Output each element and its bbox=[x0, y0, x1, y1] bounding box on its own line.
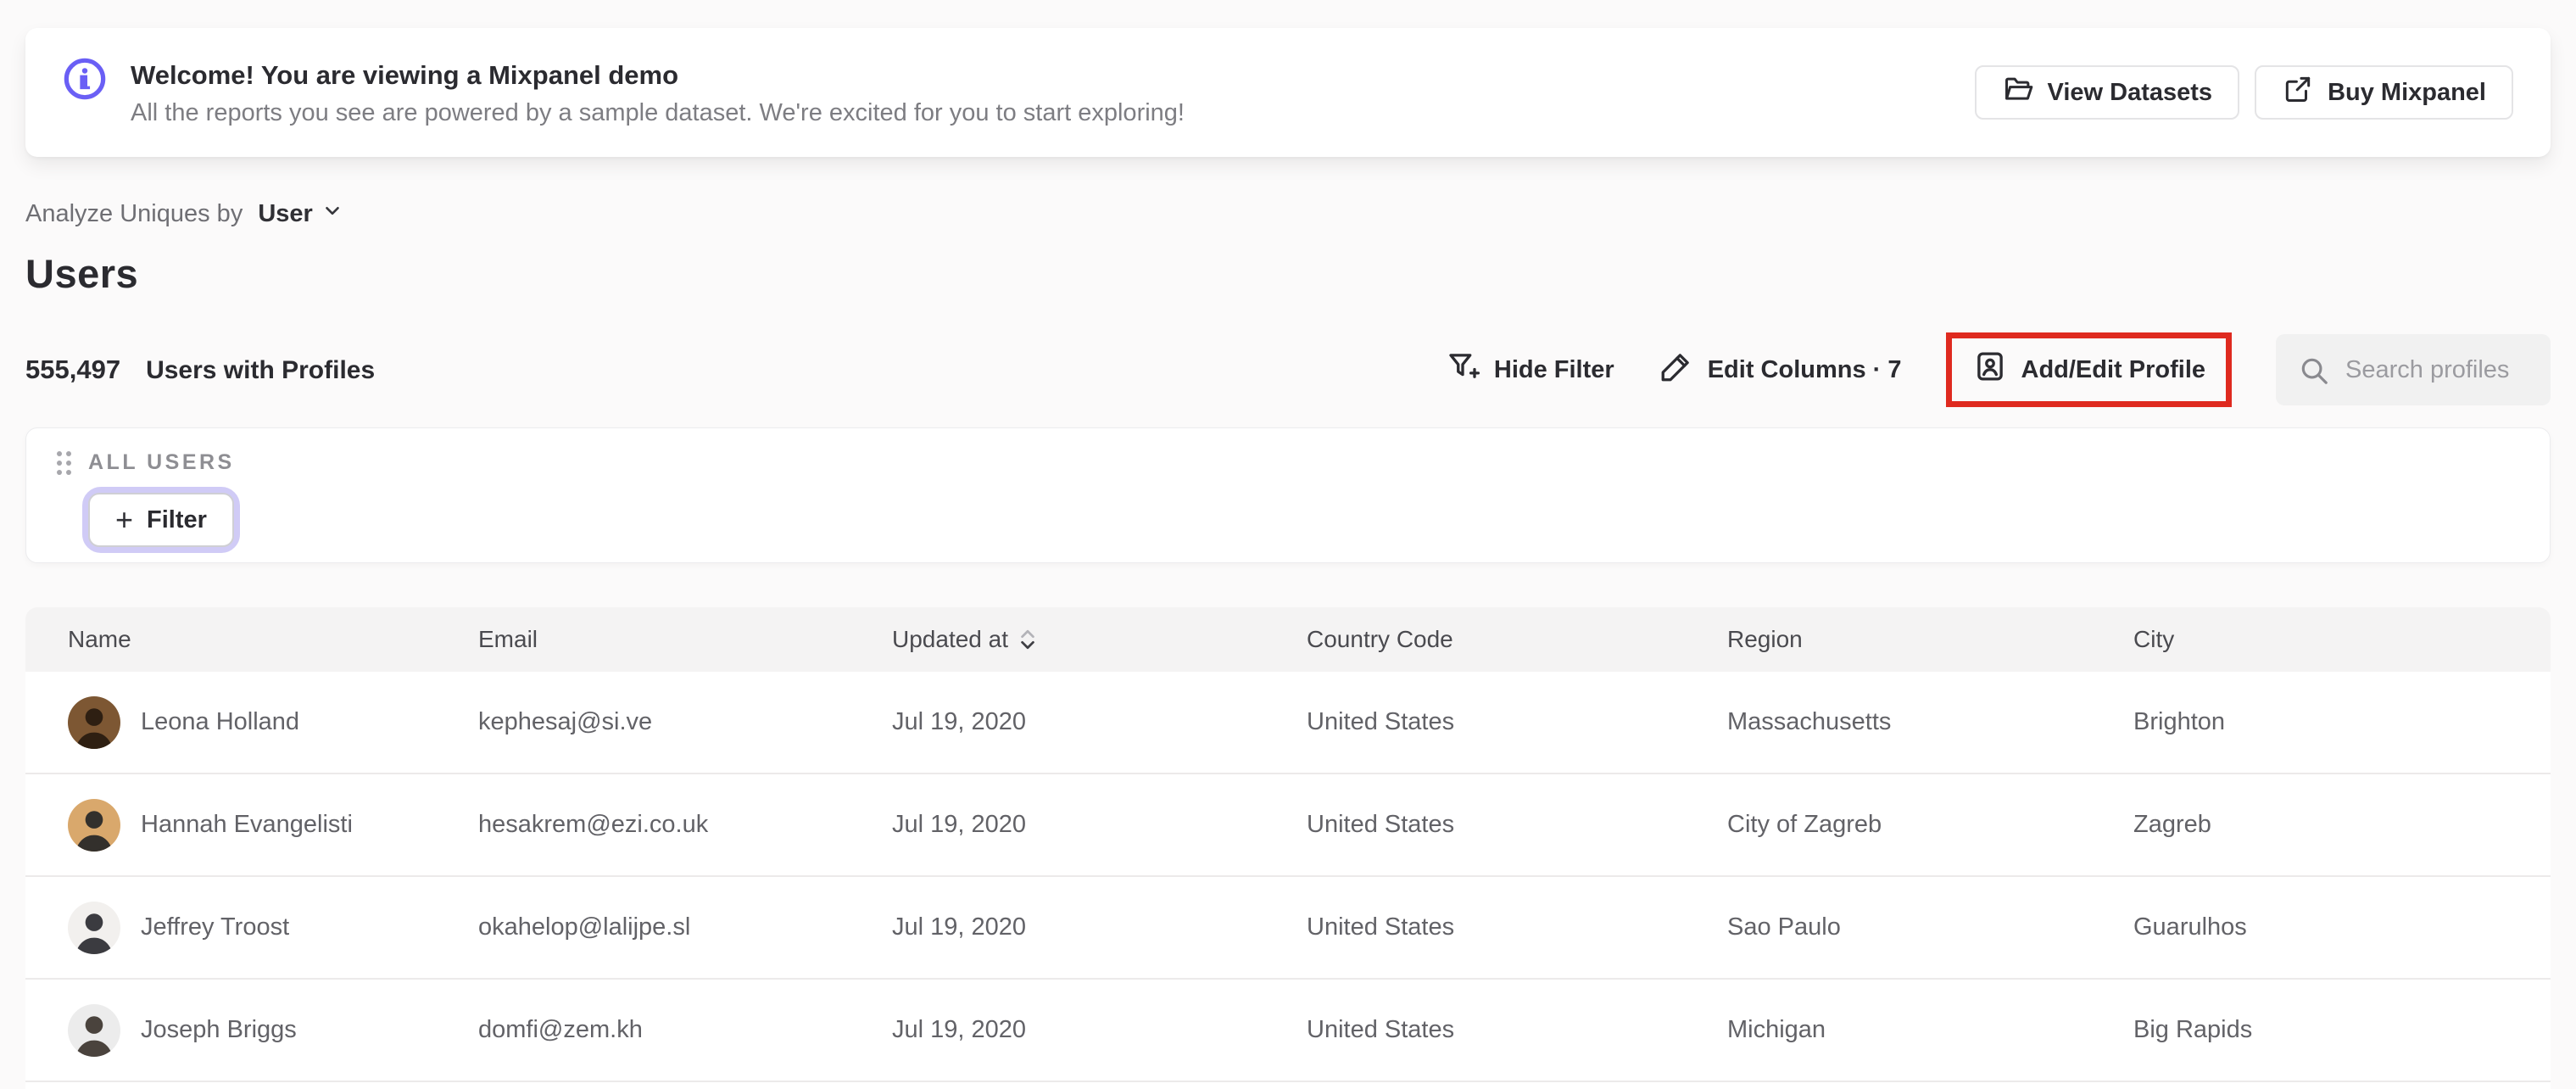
user-name: Joseph Briggs bbox=[141, 1016, 297, 1043]
add-filter-button[interactable]: + Filter bbox=[88, 493, 234, 547]
hide-filter-button[interactable]: Hide Filter bbox=[1445, 349, 1614, 391]
table-row[interactable]: Joseph Briggs domfi@zem.kh Jul 19, 2020 … bbox=[25, 980, 2551, 1082]
folder-icon bbox=[2002, 73, 2034, 112]
filter-group-header: ALL USERS bbox=[57, 450, 2550, 475]
user-city: Zagreb bbox=[2133, 811, 2211, 838]
plus-icon: + bbox=[115, 502, 134, 537]
profiles-count: 555,497 Users with Profiles bbox=[25, 355, 375, 385]
analyze-uniques-selector[interactable]: User bbox=[258, 199, 343, 228]
profiles-count-number: 555,497 bbox=[25, 355, 121, 384]
user-name: Leona Holland bbox=[141, 708, 300, 735]
info-icon bbox=[63, 57, 107, 101]
name-cell: Joseph Briggs bbox=[68, 1003, 478, 1057]
user-name: Hannah Evangelisti bbox=[141, 811, 353, 838]
sort-icon bbox=[1018, 628, 1037, 651]
updated-at-label: Updated at bbox=[892, 626, 1008, 652]
avatar bbox=[68, 901, 120, 954]
banner-text: Welcome! You are viewing a Mixpanel demo… bbox=[131, 58, 1975, 128]
avatar bbox=[68, 695, 120, 749]
user-region: Sao Paulo bbox=[1727, 913, 1841, 941]
edit-columns-button[interactable]: Edit Columns · 7 bbox=[1659, 349, 1902, 391]
table-row[interactable]: Leona Holland kephesaj@si.ve Jul 19, 202… bbox=[25, 672, 2551, 774]
banner-actions: View Datasets Buy Mixpanel bbox=[1974, 65, 2513, 120]
page-title: Users bbox=[25, 251, 139, 296]
name-cell: Jeffrey Troost bbox=[68, 901, 478, 954]
avatar bbox=[68, 1003, 120, 1057]
user-email: hesakrem@ezi.co.uk bbox=[478, 811, 709, 838]
user-city: Big Rapids bbox=[2133, 1016, 2253, 1043]
user-name: Jeffrey Troost bbox=[141, 913, 290, 941]
user-updated-at: Jul 19, 2020 bbox=[892, 811, 1027, 838]
buy-mixpanel-button[interactable]: Buy Mixpanel bbox=[2255, 65, 2513, 120]
column-header-country-code[interactable]: Country Code bbox=[1307, 626, 1727, 653]
pencil-icon bbox=[1659, 349, 1694, 391]
column-header-region[interactable]: Region bbox=[1727, 626, 2133, 653]
analyze-uniques-value: User bbox=[258, 199, 313, 227]
user-updated-at: Jul 19, 2020 bbox=[892, 913, 1027, 941]
analyze-uniques-bar: Analyze Uniques by User bbox=[25, 199, 2551, 228]
user-country-code: United States bbox=[1307, 913, 1455, 941]
user-email: kephesaj@si.ve bbox=[478, 708, 653, 735]
profile-card-icon bbox=[1972, 349, 2008, 391]
banner-subtitle: All the reports you see are powered by a… bbox=[131, 99, 1185, 127]
user-country-code: United States bbox=[1307, 811, 1455, 838]
toolbar-actions: Hide Filter Edit Columns · 7 Add/Edit Pr… bbox=[1445, 332, 2551, 407]
add-edit-profile-label: Add/Edit Profile bbox=[2021, 355, 2206, 383]
table-row-partial[interactable] bbox=[25, 1082, 2551, 1089]
users-page: Welcome! You are viewing a Mixpanel demo… bbox=[0, 0, 2576, 1089]
add-filter-label: Filter bbox=[147, 505, 207, 533]
user-city: Guarulhos bbox=[2133, 913, 2247, 941]
edit-columns-label: Edit Columns · 7 bbox=[1707, 355, 1902, 383]
user-updated-at: Jul 19, 2020 bbox=[892, 1016, 1027, 1043]
column-header-updated-at[interactable]: Updated at bbox=[892, 626, 1307, 653]
filter-button-focus-ring: + Filter bbox=[82, 487, 240, 553]
user-region: City of Zagreb bbox=[1727, 811, 1882, 838]
add-edit-profile-button[interactable]: Add/Edit Profile bbox=[1972, 349, 2206, 391]
user-country-code: United States bbox=[1307, 1016, 1455, 1043]
banner-title: Welcome! You are viewing a Mixpanel demo bbox=[131, 59, 679, 90]
toolbar: 555,497 Users with Profiles Hide Filter … bbox=[25, 331, 2551, 409]
filter-panel: ALL USERS + Filter bbox=[25, 427, 2551, 563]
table-row[interactable]: Hannah Evangelisti hesakrem@ezi.co.uk Ju… bbox=[25, 774, 2551, 877]
demo-banner: Welcome! You are viewing a Mixpanel demo… bbox=[25, 28, 2551, 157]
avatar bbox=[68, 798, 120, 852]
user-city: Brighton bbox=[2133, 708, 2226, 735]
chevron-down-icon bbox=[321, 199, 343, 228]
user-email: domfi@zem.kh bbox=[478, 1016, 643, 1043]
table-row[interactable]: Jeffrey Troost okahelop@lalijpe.sl Jul 1… bbox=[25, 877, 2551, 980]
user-region: Massachusetts bbox=[1727, 708, 1892, 735]
user-country-code: United States bbox=[1307, 708, 1455, 735]
name-cell: Hannah Evangelisti bbox=[68, 798, 478, 852]
name-cell: Leona Holland bbox=[68, 695, 478, 749]
user-region: Michigan bbox=[1727, 1016, 1826, 1043]
table-body: Leona Holland kephesaj@si.ve Jul 19, 202… bbox=[25, 672, 2551, 1089]
users-table: Name Email Updated at Country Code Regio… bbox=[25, 607, 2551, 1089]
column-header-city[interactable]: City bbox=[2133, 626, 2551, 653]
column-header-name[interactable]: Name bbox=[68, 626, 478, 653]
user-updated-at: Jul 19, 2020 bbox=[892, 708, 1027, 735]
view-datasets-label: View Datasets bbox=[2047, 78, 2213, 106]
view-datasets-button[interactable]: View Datasets bbox=[1974, 65, 2240, 120]
annotation-highlight-box: Add/Edit Profile bbox=[1945, 332, 2232, 407]
column-header-email[interactable]: Email bbox=[478, 626, 892, 653]
buy-mixpanel-label: Buy Mixpanel bbox=[2328, 78, 2486, 106]
drag-handle-icon[interactable] bbox=[57, 450, 71, 475]
external-link-icon bbox=[2282, 73, 2314, 112]
analyze-uniques-label: Analyze Uniques by bbox=[25, 199, 243, 227]
table-header-row: Name Email Updated at Country Code Regio… bbox=[25, 607, 2551, 672]
filter-group-label: ALL USERS bbox=[88, 450, 235, 474]
user-email: okahelop@lalijpe.sl bbox=[478, 913, 691, 941]
funnel-plus-icon bbox=[1445, 349, 1480, 391]
search-profiles bbox=[2276, 334, 2551, 405]
profiles-count-label: Users with Profiles bbox=[146, 356, 376, 384]
hide-filter-label: Hide Filter bbox=[1493, 355, 1614, 383]
